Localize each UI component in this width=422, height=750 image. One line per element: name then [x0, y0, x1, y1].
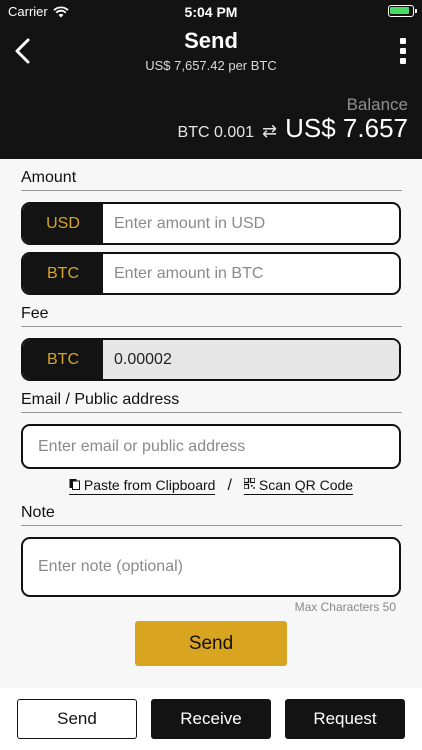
note-input[interactable]: Enter note (optional)	[21, 537, 401, 597]
status-bar: Carrier 5:04 PM	[0, 0, 422, 22]
amount-label: Amount	[21, 169, 77, 186]
address-actions: Paste from Clipboard / Scan QR Code	[0, 477, 422, 495]
scan-label: Scan QR Code	[258, 477, 354, 493]
amount-divider	[21, 190, 402, 191]
status-time: 5:04 PM	[184, 4, 238, 20]
header-area: Carrier 5:04 PM Send US$ 7,657.42 per BT…	[0, 0, 422, 159]
link-separator: /	[227, 477, 232, 494]
btc-currency-tag: BTC	[23, 254, 103, 293]
tab-send[interactable]: Send	[17, 699, 137, 739]
address-divider	[21, 412, 402, 413]
address-label: Email / Public address	[21, 391, 180, 408]
balance-usd: US$ 7.657	[285, 113, 408, 143]
usd-currency-tag: USD	[23, 204, 103, 243]
fee-value: 0.00002	[103, 340, 399, 379]
address-input[interactable]: Enter email or public address	[21, 424, 401, 469]
balance-btc: BTC 0.001	[177, 124, 255, 141]
exchange-rate: US$ 7,657.42 per BTC	[145, 58, 277, 73]
paste-label: Paste from Clipboard	[83, 477, 216, 493]
tab-request[interactable]: Request	[285, 699, 405, 739]
btc-amount-placeholder[interactable]: Enter amount in BTC	[103, 254, 399, 293]
qr-code-icon	[243, 477, 256, 492]
btc-amount-input[interactable]: BTC Enter amount in BTC	[21, 252, 401, 295]
tab-receive[interactable]: Receive	[151, 699, 271, 739]
fee-divider	[21, 326, 402, 327]
page-title: Send	[184, 28, 238, 53]
usd-amount-input[interactable]: USD Enter amount in USD	[21, 202, 401, 245]
note-divider	[21, 525, 402, 526]
scan-qr-code-link[interactable]: Scan QR Code	[243, 477, 354, 495]
usd-amount-placeholder[interactable]: Enter amount in USD	[103, 204, 399, 243]
note-label: Note	[21, 504, 55, 521]
kebab-menu-icon[interactable]	[398, 38, 408, 64]
paste-from-clipboard-link[interactable]: Paste from Clipboard	[68, 477, 216, 495]
clipboard-icon	[69, 478, 80, 493]
fee-currency-tag: BTC	[23, 340, 103, 379]
send-button[interactable]: Send	[135, 621, 287, 666]
swap-icon[interactable]: ⇄	[262, 121, 277, 142]
balance-row: BTC 0.001 ⇄ US$ 7.657	[178, 113, 408, 144]
bottom-tab-bar: Send Receive Request	[0, 688, 422, 750]
nav-bar: Send US$ 7,657.42 per BTC	[0, 22, 422, 82]
fee-field: BTC 0.00002	[21, 338, 401, 381]
fee-label: Fee	[21, 305, 49, 322]
balance-label: Balance	[346, 95, 408, 114]
max-characters-hint: Max Characters 50	[294, 600, 396, 614]
battery-icon	[388, 5, 417, 17]
